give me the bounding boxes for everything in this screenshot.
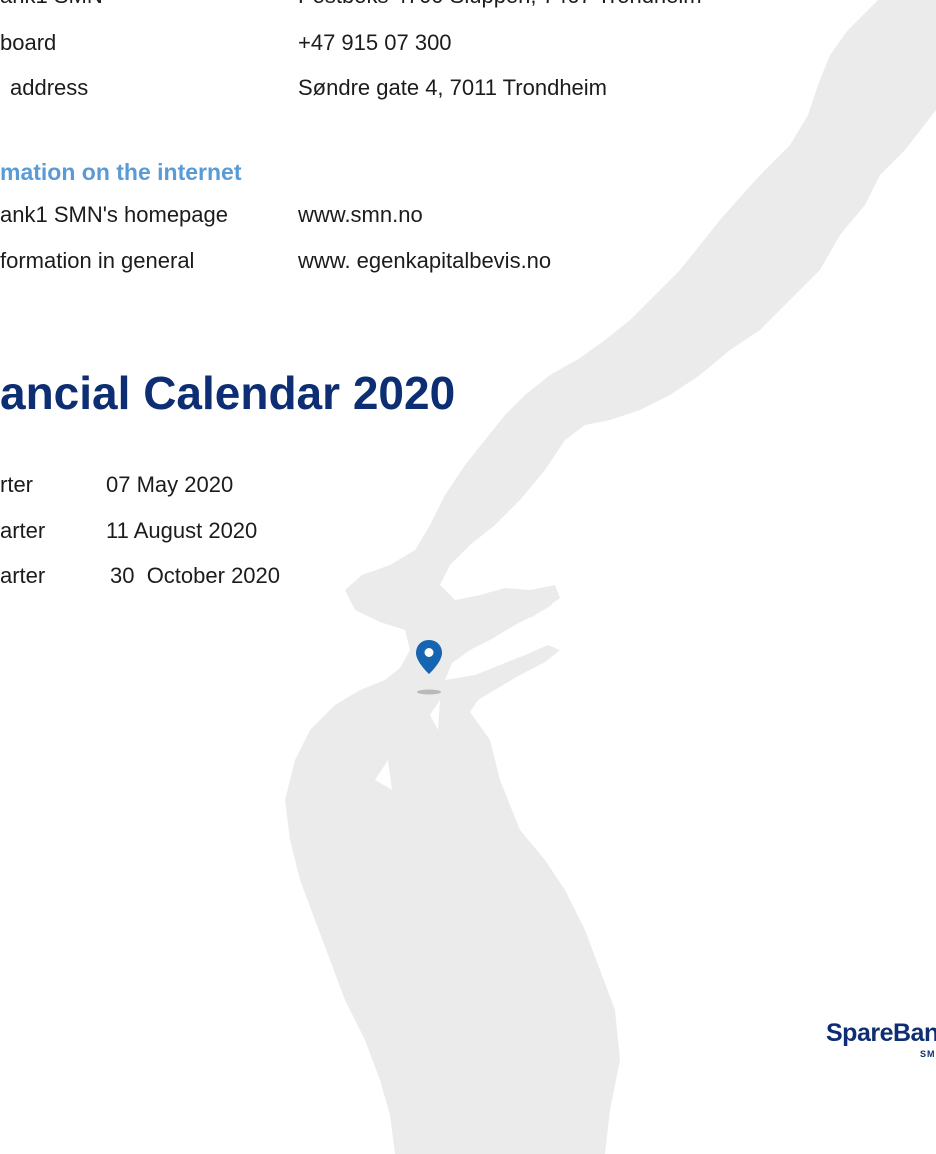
page: ank1 SMN Postboks 4700 Sluppen, 7467 Tro… xyxy=(0,0,936,1154)
contact-label: address xyxy=(10,75,89,100)
internet-link: www.smn.no xyxy=(298,202,423,227)
internet-section-heading: mation on the internet xyxy=(0,159,242,185)
calendar-title: ancial Calendar 2020 xyxy=(0,367,456,419)
contact-label: board xyxy=(0,30,57,55)
sparebank-logo: SpareBank SMN xyxy=(826,1018,936,1068)
calendar-label: arter xyxy=(0,563,46,588)
calendar-label: arter xyxy=(0,518,46,543)
calendar-date: 30 October 2020 xyxy=(110,563,281,588)
content: ank1 SMN Postboks 4700 Sluppen, 7467 Tro… xyxy=(0,0,936,1154)
contact-label: ank1 SMN xyxy=(0,0,103,9)
calendar-label: rter xyxy=(0,472,33,497)
contact-value: +47 915 07 300 xyxy=(298,30,452,55)
contact-value: Søndre gate 4, 7011 Trondheim xyxy=(298,75,608,100)
contact-value: Postboks 4700 Sluppen, 7467 Trondheim xyxy=(298,0,702,9)
internet-label: ank1 SMN's homepage xyxy=(0,202,228,227)
calendar-date: 07 May 2020 xyxy=(106,472,234,497)
logo-wordmark: SpareBank xyxy=(826,1019,936,1047)
logo-subtext: SMN xyxy=(920,1049,936,1059)
calendar-date: 11 August 2020 xyxy=(106,518,258,543)
internet-label: formation in general xyxy=(0,248,195,273)
internet-link: www. egenkapitalbevis.no xyxy=(298,248,552,273)
